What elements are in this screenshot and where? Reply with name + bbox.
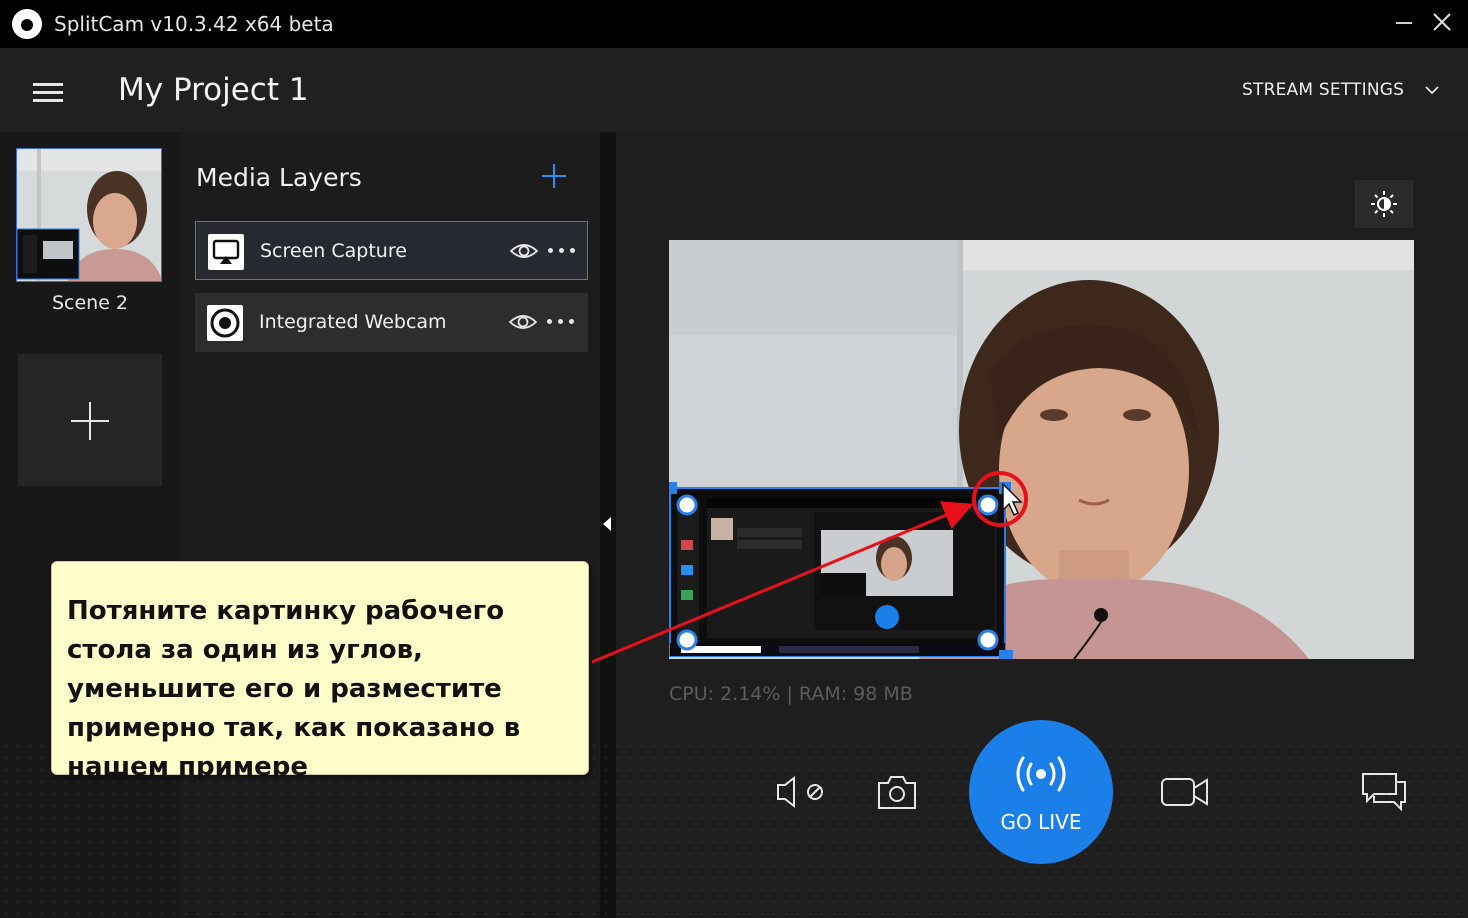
go-live-label: GO LIVE bbox=[1000, 810, 1082, 834]
tutorial-callout: Потяните картинку рабочего стола за один… bbox=[51, 561, 589, 782]
brightness-icon bbox=[1371, 191, 1397, 217]
performance-stats: CPU: 2.14% | RAM: 98 MB bbox=[669, 683, 913, 705]
snapshot-camera-icon[interactable] bbox=[876, 772, 918, 812]
media-layers-title: Media Layers bbox=[196, 163, 362, 192]
scene-preview-image bbox=[17, 149, 161, 281]
theme-toggle-button[interactable] bbox=[1355, 180, 1413, 228]
minimize-button[interactable] bbox=[1396, 22, 1412, 24]
visibility-eye-icon[interactable] bbox=[509, 311, 537, 333]
more-options-icon[interactable] bbox=[548, 248, 578, 254]
hamburger-menu-icon[interactable] bbox=[30, 82, 66, 104]
chevron-down-icon[interactable] bbox=[1424, 82, 1440, 98]
layer-label: Screen Capture bbox=[260, 240, 407, 262]
layer-item-integrated-webcam[interactable]: Integrated Webcam bbox=[195, 293, 588, 352]
webcam-icon bbox=[207, 305, 243, 341]
chat-icon[interactable] bbox=[1360, 770, 1408, 812]
add-scene-button[interactable] bbox=[18, 354, 162, 486]
visibility-eye-icon[interactable] bbox=[510, 240, 538, 262]
stream-settings-button[interactable]: STREAM SETTINGS bbox=[1242, 80, 1404, 100]
plus-icon bbox=[71, 402, 109, 440]
layer-label: Integrated Webcam bbox=[259, 311, 447, 333]
go-live-button[interactable]: GO LIVE bbox=[969, 720, 1113, 864]
callout-text: Потяните картинку рабочего стола за один… bbox=[67, 596, 521, 782]
close-window-button[interactable] bbox=[1430, 10, 1454, 34]
collapse-panel-arrow-icon[interactable] bbox=[603, 517, 611, 531]
mute-audio-icon[interactable] bbox=[774, 774, 828, 810]
video-preview[interactable] bbox=[669, 240, 1414, 659]
window-title: SplitCam v10.3.42 x64 beta bbox=[54, 12, 334, 36]
scene-label: Scene 2 bbox=[51, 292, 129, 314]
more-options-icon[interactable] bbox=[547, 319, 577, 325]
add-layer-plus-icon[interactable] bbox=[540, 162, 568, 190]
project-title: My Project 1 bbox=[118, 72, 309, 108]
webcam-preview-image bbox=[669, 240, 1414, 659]
broadcast-icon bbox=[1016, 756, 1066, 792]
layer-item-screen-capture[interactable]: Screen Capture bbox=[195, 221, 588, 280]
record-video-icon[interactable] bbox=[1160, 776, 1210, 808]
screen-capture-icon bbox=[208, 234, 244, 270]
scene-thumbnail[interactable] bbox=[16, 148, 162, 282]
splitcam-logo-icon bbox=[12, 9, 42, 39]
